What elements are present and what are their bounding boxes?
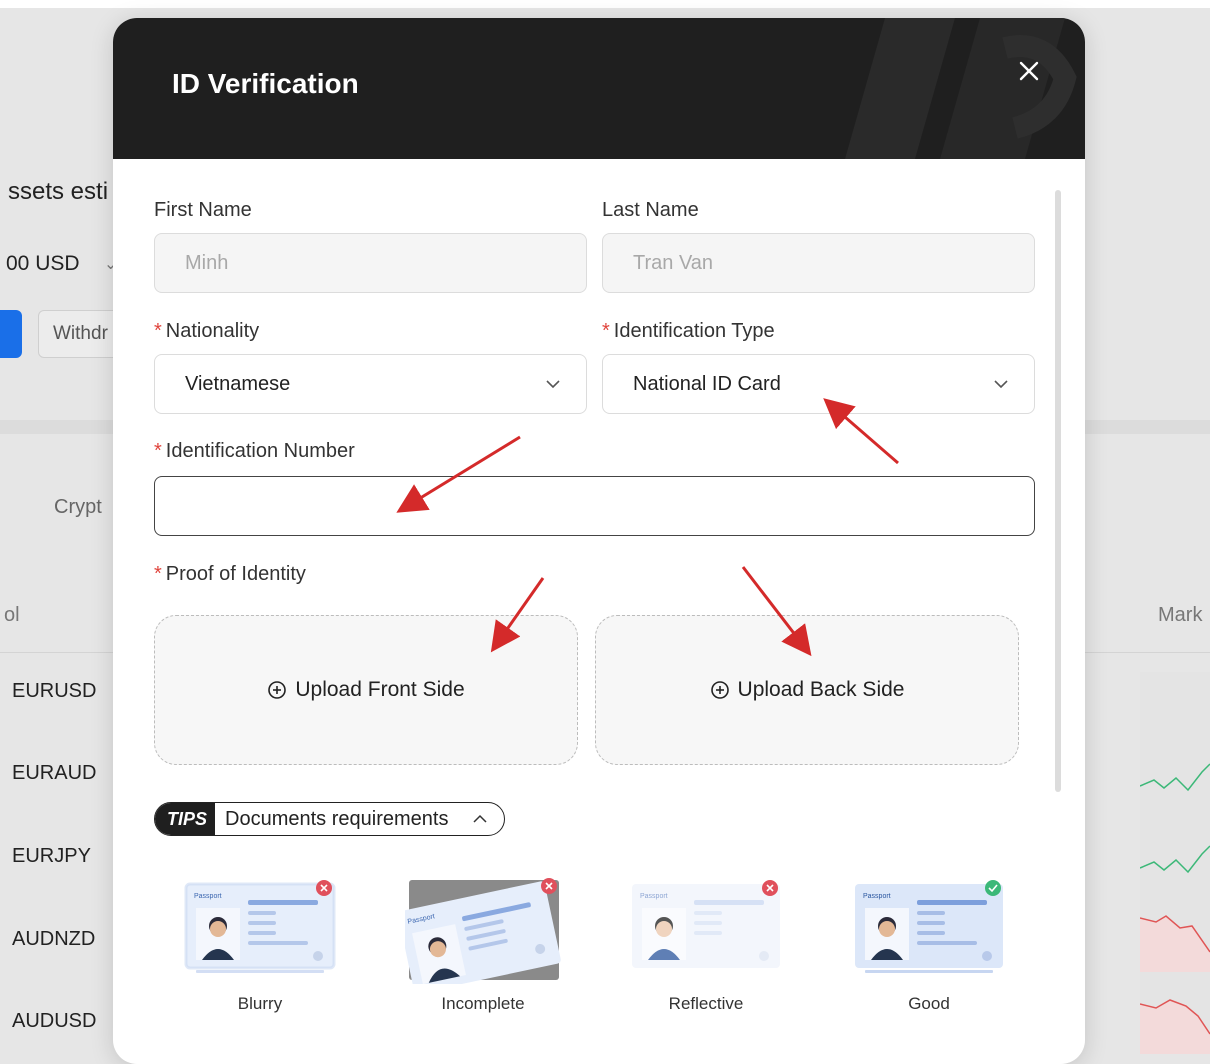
doc-example-incomplete: Passport Incomplete <box>403 878 563 1014</box>
id-type-value: National ID Card <box>633 372 781 395</box>
id-type-label: * Identification Type <box>602 320 775 343</box>
doc-caption: Incomplete <box>441 994 525 1013</box>
last-name-label: Last Name <box>602 199 699 221</box>
card-title: Passport <box>640 893 668 900</box>
table-row-symbol[interactable]: AUDNZD <box>12 928 95 951</box>
tips-text: Documents requirements <box>225 807 449 830</box>
assets-estimate-label: ssets esti <box>8 178 109 205</box>
reflective-passport-image: Passport <box>632 880 780 968</box>
table-row-symbol[interactable]: EURAUD <box>12 762 96 785</box>
id-number-input[interactable] <box>154 476 1035 536</box>
deposit-button[interactable] <box>0 310 22 358</box>
upload-back-label: Upload Back Side <box>737 678 905 701</box>
id-number-label: * Identification Number <box>154 440 355 463</box>
doc-caption: Reflective <box>668 994 744 1013</box>
required-mark: * <box>154 563 162 585</box>
doc-example-blurry: Passport Blurry <box>180 878 340 1014</box>
market-column-header: Mark <box>1158 604 1203 626</box>
required-mark: * <box>602 320 610 342</box>
nationality-select[interactable]: Vietnamese <box>154 354 587 414</box>
first-name-label: First Name <box>154 199 252 221</box>
upload-back-button[interactable]: Upload Back Side <box>595 615 1019 765</box>
close-icon[interactable] <box>1016 58 1042 84</box>
required-mark: * <box>154 440 162 462</box>
blurry-passport-image: Passport <box>184 880 336 973</box>
incomplete-passport-image: Passport <box>405 878 561 984</box>
balance-value: 00 USD <box>6 252 80 275</box>
card-title: Passport <box>194 893 222 900</box>
symbol-column-header: ol <box>4 604 20 626</box>
chevron-down-icon <box>546 380 560 389</box>
sparkline-down <box>1140 999 1210 1054</box>
doc-example-good: Passport Good <box>849 878 1009 1014</box>
scrollbar[interactable] <box>1055 190 1061 792</box>
first-name-value: Minh <box>185 251 229 274</box>
doc-caption: Blurry <box>237 994 283 1013</box>
nationality-label: * Nationality <box>154 320 259 343</box>
table-row-symbol[interactable]: AUDUSD <box>12 1010 96 1033</box>
chevron-down-icon <box>994 380 1008 389</box>
upload-front-label: Upload Front Side <box>295 678 465 701</box>
header-decoration <box>845 18 1077 159</box>
plus-circle-icon <box>710 681 729 699</box>
nationality-label-text: Nationality <box>165 320 260 342</box>
upload-front-button[interactable]: Upload Front Side <box>154 615 578 765</box>
top-band <box>0 0 1210 8</box>
sparkline-down <box>1140 915 1210 972</box>
last-name-value: Tran Van <box>633 251 714 274</box>
first-name-field[interactable]: Minh <box>154 233 587 293</box>
sparkline-up <box>1140 763 1210 792</box>
id-type-select[interactable]: National ID Card <box>602 354 1035 414</box>
modal-header: ID Verification <box>113 18 1085 159</box>
tips-badge: TIPS <box>155 803 216 835</box>
modal-title: ID Verification <box>172 68 359 99</box>
tips-toggle[interactable]: TIPS Documents requirements <box>154 802 506 836</box>
last-name-field[interactable]: Tran Van <box>602 233 1035 293</box>
tab-crypto[interactable]: Crypt <box>54 496 102 519</box>
required-mark: * <box>154 320 162 342</box>
proof-label-text: Proof of Identity <box>165 563 306 585</box>
table-row-symbol[interactable]: EURUSD <box>12 680 96 703</box>
plus-circle-icon <box>268 681 287 699</box>
card-title: Passport <box>863 893 891 900</box>
sparkline-up <box>1140 845 1210 874</box>
table-row-symbol[interactable]: EURJPY <box>12 845 91 868</box>
nationality-value: Vietnamese <box>185 372 291 395</box>
chevron-up-icon <box>473 814 487 823</box>
proof-label: * Proof of Identity <box>154 563 306 586</box>
doc-caption: Good <box>908 994 950 1013</box>
id-number-label-text: Identification Number <box>165 440 355 462</box>
id-type-label-text: Identification Type <box>613 320 775 342</box>
doc-example-reflective: Passport Reflective <box>626 878 786 1014</box>
good-passport-image: Passport <box>855 880 1003 973</box>
id-verification-modal: ID Verification First Name Last Name Min… <box>113 18 1085 1064</box>
